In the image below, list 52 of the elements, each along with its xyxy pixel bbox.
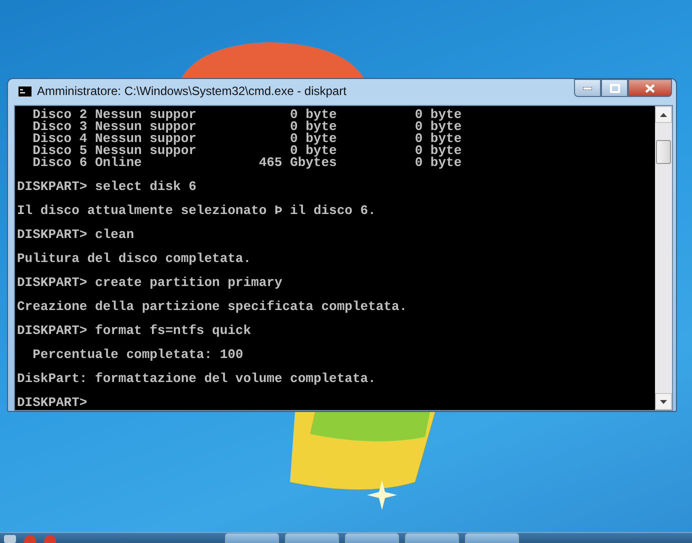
minimize-icon: [583, 86, 592, 90]
scroll-down-button[interactable]: [655, 393, 672, 410]
disk-size: 0 byte: [289, 121, 337, 133]
disk-free-space: 0 byte: [414, 157, 462, 169]
disk-free-space: 0 byte: [414, 133, 462, 145]
disk-status: Nessun suppor: [95, 145, 198, 157]
disk-name: Disco 3: [32, 121, 88, 133]
close-icon: [645, 84, 655, 92]
maximize-icon: [610, 84, 620, 92]
console-line: Creazione della partizione specificata completata.: [17, 299, 408, 314]
disk-size: 0 byte: [289, 133, 337, 145]
disk-name: Disco 4: [32, 133, 88, 145]
close-button[interactable]: [628, 79, 672, 97]
quick-launch-icon[interactable]: [4, 535, 16, 543]
taskbar-button[interactable]: [345, 533, 399, 543]
console-line: DISKPART>: [17, 395, 88, 410]
disk-free-space: 0 byte: [414, 121, 462, 133]
disk-size: 0 byte: [289, 145, 337, 157]
maximize-button[interactable]: [601, 79, 628, 97]
disk-status: Nessun suppor: [95, 133, 198, 145]
console-line: Percentuale completata: 100: [32, 347, 244, 362]
scroll-up-button[interactable]: [655, 106, 672, 123]
minimize-button[interactable]: [574, 79, 601, 97]
disk-status: Online: [95, 157, 143, 169]
up-arrow-icon: [660, 112, 667, 116]
console-line: Pulitura del disco completata.: [17, 251, 252, 266]
disk-status: Nessun suppor: [95, 109, 198, 121]
down-arrow-icon: [660, 400, 667, 404]
quick-launch-icon[interactable]: [44, 535, 56, 543]
disk-name: Disco 5: [32, 145, 88, 157]
taskbar-button[interactable]: [225, 533, 279, 543]
scrollbar[interactable]: [655, 106, 672, 410]
console-line: DISKPART> clean: [17, 227, 134, 242]
console-line: DISKPART> select disk 6: [17, 179, 196, 194]
taskbar-button[interactable]: [405, 533, 459, 543]
disk-size: 0 byte: [289, 109, 337, 121]
console-icon: [18, 86, 32, 96]
disk-free-space: 0 byte: [414, 145, 462, 157]
disk-status: Nessun suppor: [95, 121, 198, 133]
quick-launch-icon[interactable]: [24, 535, 36, 543]
disk-free-space: 0 byte: [414, 109, 462, 121]
disk-name: Disco 2: [32, 109, 88, 121]
console-line: DISKPART> format fs=ntfs quick: [17, 323, 252, 338]
console-line: Il disco attualmente selezionato Þ il disco 6.: [17, 203, 376, 218]
taskbar-button[interactable]: [465, 533, 519, 543]
console-line: DISKPART> create partition primary: [17, 275, 282, 290]
console-line: DiskPart: formattazione del volume completata.: [17, 371, 376, 386]
window-title: Amministratore: C:\Windows\System32\cmd.exe - diskpart: [37, 84, 346, 98]
taskbar-button[interactable]: [285, 533, 339, 543]
scroll-thumb[interactable]: [656, 140, 671, 164]
disk-size: 465 Gbytes: [258, 157, 337, 169]
disk-name: Disco 6: [32, 157, 88, 169]
